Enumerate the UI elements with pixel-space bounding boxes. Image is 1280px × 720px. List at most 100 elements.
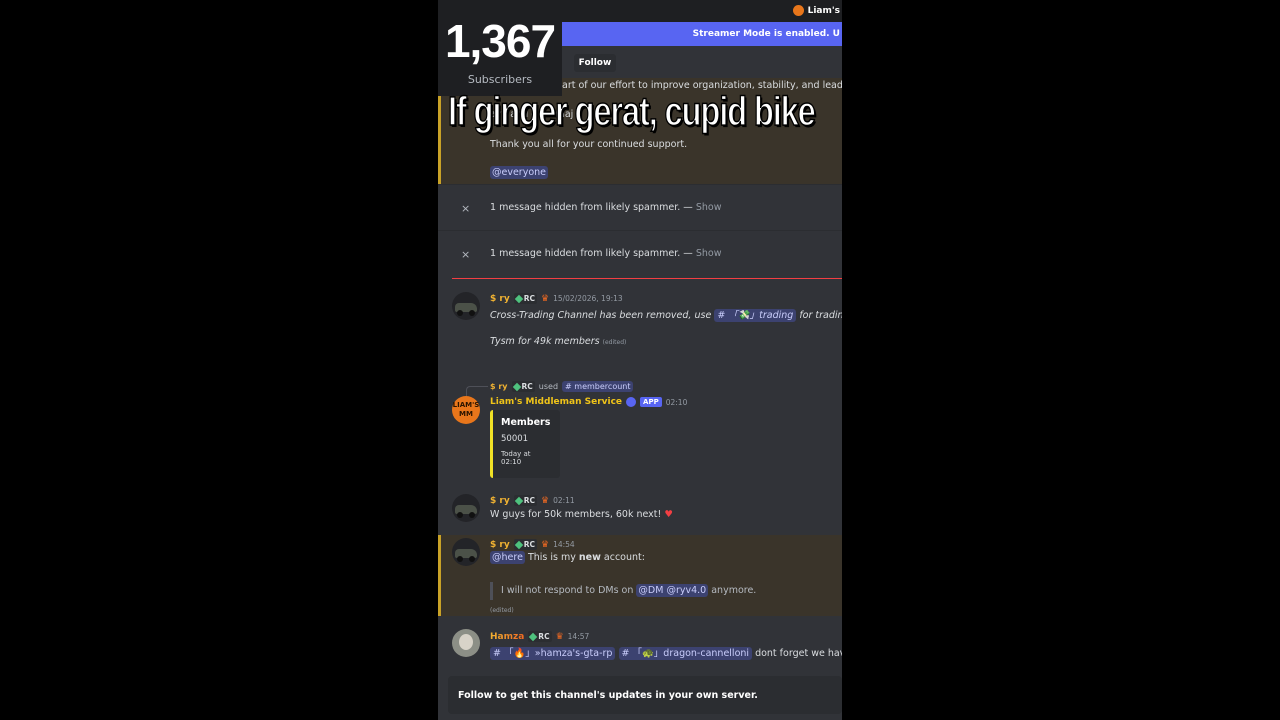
wheel-icon (469, 310, 475, 316)
embed-footer: Today at 02:10 (501, 450, 531, 466)
crown-icon: ♛ (540, 293, 550, 304)
clan-tag-label: RC (523, 496, 535, 505)
channel-link[interactable]: # 「🐢」dragon-cannelloni (618, 647, 753, 660)
reply-used-label: used (538, 382, 559, 391)
quote-text: I will not respond to DMs on (501, 585, 637, 596)
message-body: # 「🔥」»hamza's-gta-rp # 「🐢」dragon-cannell… (490, 645, 842, 660)
diamond-icon (514, 496, 523, 505)
clan-tag: RC (513, 495, 537, 506)
diamond-icon (529, 632, 538, 641)
streamer-mode-banner: Streamer Mode is enabled. U (562, 22, 842, 46)
wheel-icon (457, 556, 463, 562)
close-icon[interactable]: × (461, 202, 470, 215)
heart-icon: ♥ (664, 509, 673, 520)
clan-tag: RC (513, 293, 537, 304)
block-quote: I will not respond to DMs on @DM @ryv4.0… (490, 582, 756, 600)
message-text: Cross-Trading Channel has been removed, … (490, 310, 715, 321)
channel-link[interactable]: # 「🔥」»hamza's-gta-rp (490, 647, 616, 660)
hidden-message-row: × 1 message hidden from likely spammer. … (438, 230, 842, 276)
face-icon (459, 634, 473, 650)
crown-icon: ♛ (555, 631, 564, 642)
user-avatar[interactable] (452, 538, 480, 566)
wheel-icon (457, 512, 463, 518)
message-header: $ ry RC ♛ 02:11 (490, 495, 575, 506)
server-name[interactable]: Liam's (792, 5, 840, 16)
edited-label: (edited) (490, 607, 514, 614)
channel-link[interactable]: # 「💸」trading (714, 309, 797, 322)
hidden-message-text: 1 message hidden from likely spammer. — … (490, 248, 721, 259)
timestamp: 14:57 (567, 632, 590, 641)
crown-icon: ♛ (540, 495, 550, 506)
member-count-embed: Members 50001 Today at 02:10 (490, 410, 560, 478)
clan-tag: RC (511, 381, 535, 392)
message-text: for trading p (799, 310, 842, 321)
reply-reference[interactable]: $ ry RC used # membercount (490, 381, 634, 392)
hidden-message-text: 1 message hidden from likely spammer. — … (490, 202, 721, 213)
app-badge: APP (640, 397, 662, 407)
timestamp: 02:10 (665, 397, 688, 407)
message-header: Hamza RC ♛ 14:57 (490, 631, 589, 642)
wheel-icon (469, 512, 475, 518)
message-body: Cross-Trading Channel has been removed, … (490, 307, 842, 322)
clan-tag-label: RC (523, 294, 535, 303)
embed-title: Members (501, 417, 551, 428)
message-header: $ ry RC ♛ 14:54 (490, 539, 575, 550)
timestamp: 14:54 (553, 540, 575, 549)
message-text: This is my (524, 552, 579, 563)
timestamp: 02:11 (553, 496, 575, 505)
author-name[interactable]: $ ry (490, 496, 510, 506)
show-link[interactable]: Show (696, 248, 722, 259)
wheel-icon (469, 556, 475, 562)
hidden-message-label: 1 message hidden from likely spammer. — (490, 248, 696, 259)
message-text: Tysm for 49k members (490, 336, 600, 347)
user-avatar[interactable] (452, 629, 480, 657)
subscriber-counter: 1,367 Subscribers (438, 0, 562, 96)
message-text: dont forget we have (752, 648, 842, 659)
diamond-icon (514, 294, 523, 303)
hidden-message-row: × 1 message hidden from likely spammer. … (438, 184, 842, 230)
clan-tag: RC (513, 539, 537, 550)
timestamp: 15/02/2026, 19:13 (553, 294, 623, 303)
bot-name[interactable]: Liam's Middleman Service (490, 397, 622, 407)
bot-avatar[interactable]: LIAM'S MM (452, 396, 480, 424)
message-header: $ ry RC ♛ 15/02/2026, 19:13 (490, 293, 623, 304)
reply-author: $ ry (490, 382, 508, 391)
diamond-icon (512, 382, 521, 391)
clan-tag-label: RC (521, 382, 533, 391)
embed-value: 50001 (501, 434, 529, 444)
server-icon (792, 5, 804, 16)
message-header: Liam's Middleman Service APP 02:10 (490, 397, 687, 407)
author-name[interactable]: $ ry (490, 294, 510, 304)
user-avatar[interactable] (452, 494, 480, 522)
user-avatar[interactable] (452, 292, 480, 320)
close-icon[interactable]: × (461, 248, 470, 261)
message-bold-text: new (578, 552, 601, 563)
follow-channel-prompt[interactable]: Follow to get this channel's updates in … (448, 676, 842, 714)
video-frame: Liam's Streamer Mode is enabled. U art o… (0, 0, 1280, 720)
edited-wrap: (edited) (490, 604, 514, 615)
crown-icon: ♛ (540, 539, 550, 550)
edited-label: (edited) (602, 339, 627, 346)
subscriber-label: Subscribers (467, 73, 533, 86)
show-link[interactable]: Show (696, 202, 722, 213)
everyone-mention[interactable]: @everyone (490, 166, 549, 179)
clan-tag: RC (528, 631, 552, 642)
follow-button[interactable]: Follow (574, 54, 616, 72)
diamond-icon (514, 540, 523, 549)
video-caption-overlay: If ginger gerat, cupid bike (447, 87, 816, 135)
reply-connector (466, 386, 488, 396)
new-messages-divider (452, 278, 842, 279)
clan-tag-label: RC (538, 632, 550, 641)
author-name[interactable]: $ ry (490, 540, 510, 550)
verified-icon (626, 397, 637, 407)
message-body: @here This is my new account: (490, 551, 645, 564)
message-text: account: (600, 552, 645, 563)
author-name[interactable]: Hamza (490, 632, 524, 642)
announcement-mention-wrap: @everyone (490, 166, 549, 179)
message-text: W guys for 50k members, 60k next! (490, 509, 665, 520)
command-link[interactable]: # membercount (562, 381, 634, 392)
clan-tag-label: RC (523, 540, 535, 549)
here-mention[interactable]: @here (490, 551, 525, 564)
user-mention[interactable]: @DM @ryv4.0 (636, 584, 709, 597)
hidden-message-label: 1 message hidden from likely spammer. — (490, 202, 696, 213)
